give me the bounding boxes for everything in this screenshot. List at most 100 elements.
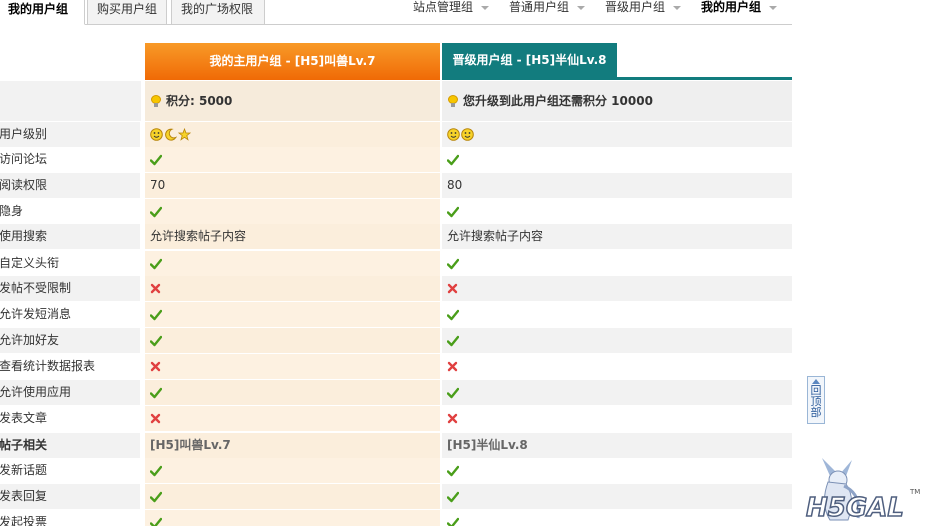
row-label: 帖子相关	[0, 433, 140, 458]
main-group-value: 允许搜索帖子内容	[145, 224, 440, 249]
row-label: 允许加好友	[0, 328, 140, 353]
lightbulb-icon	[151, 95, 161, 107]
tab-buy-groups[interactable]: 购买用户组	[87, 0, 167, 25]
cross-icon	[150, 283, 161, 294]
h5gal-logo: H5GAL TM	[805, 458, 920, 524]
main-group-value	[145, 251, 440, 276]
main-group-value	[145, 147, 440, 172]
check-icon	[150, 465, 162, 476]
main-group-value	[145, 354, 440, 379]
next-group-value	[442, 147, 792, 172]
chevron-down-icon	[481, 5, 490, 10]
next-group-value	[442, 354, 792, 379]
table-row: 阅读权限 70 80	[0, 173, 792, 198]
tab-plaza-rights[interactable]: 我的广场权限	[171, 0, 265, 25]
table-row: 允许发短消息	[0, 302, 792, 327]
table-row: 隐身	[0, 199, 792, 224]
moon-badge-icon	[165, 128, 177, 141]
chevron-down-icon	[769, 5, 778, 10]
main-group-value	[145, 122, 440, 147]
row-label: 允许发短消息	[0, 307, 72, 321]
menu-admin-groups[interactable]: 站点管理组	[413, 0, 490, 18]
next-group-value: 80	[442, 173, 792, 198]
next-group-value	[442, 328, 792, 353]
check-icon	[150, 491, 162, 502]
tab-my-groups[interactable]: 我的用户组	[0, 0, 85, 25]
check-icon	[150, 309, 162, 320]
smiley-badge-icon	[461, 128, 474, 141]
next-group-value	[442, 406, 792, 431]
main-points: 积分: 5000	[145, 81, 440, 121]
smiley-badge-icon	[150, 128, 163, 141]
table-row: 访问论坛	[0, 147, 792, 172]
menu-normal-groups-label: 普通用户组	[509, 0, 570, 14]
table-row: 用户级别	[0, 122, 792, 147]
check-icon	[447, 206, 459, 217]
table-row: 允许加好友	[0, 328, 792, 353]
row-label: 发表文章	[0, 411, 48, 425]
next-group-value	[442, 458, 792, 483]
table-row: 查看统计数据报表	[0, 354, 792, 379]
row-label: 发帖不受限制	[0, 276, 140, 301]
menu-normal-groups[interactable]: 普通用户组	[509, 0, 586, 18]
table-row: 使用搜索 允许搜索帖子内容 允许搜索帖子内容	[0, 224, 792, 249]
next-group-value	[442, 302, 792, 327]
smiley-badge-icon	[447, 128, 460, 141]
table-row: 发帖不受限制	[0, 276, 792, 301]
row-label: 阅读权限	[0, 173, 140, 198]
next-group-value	[442, 122, 792, 147]
row-label: 用户级别	[0, 122, 140, 147]
next-group-header[interactable]: 晋级用户组 - [H5]半仙Lv.8	[442, 43, 617, 78]
star-badge-icon	[178, 128, 191, 141]
lightbulb-icon	[448, 95, 458, 107]
cross-icon	[447, 413, 458, 424]
check-icon	[447, 465, 459, 476]
chevron-down-icon	[673, 5, 682, 10]
check-icon	[447, 258, 459, 269]
main-group-value	[145, 406, 440, 431]
summary-row: 积分: 5000 您升级到此用户组还需积分 10000	[0, 81, 792, 121]
menu-my-groups-label: 我的用户组	[701, 0, 762, 14]
main-group-value	[145, 458, 440, 483]
cross-icon	[150, 361, 161, 372]
table-row: 发表文章	[0, 406, 792, 431]
tab-bar: 我的用户组 购买用户组 我的广场权限 站点管理组 普通用户组 晋级用户组 我的用…	[0, 0, 792, 25]
main-group-value	[145, 484, 440, 509]
next-points: 您升级到此用户组还需积分 10000	[442, 81, 792, 121]
check-icon	[447, 309, 459, 320]
table-row: 允许使用应用	[0, 380, 792, 405]
check-icon	[150, 206, 162, 217]
cross-icon	[447, 283, 458, 294]
check-icon	[150, 335, 162, 346]
check-icon	[150, 517, 162, 526]
main-group-value	[145, 328, 440, 353]
row-label: 发表回复	[0, 484, 140, 509]
back-to-top-label: 回顶部	[810, 384, 822, 419]
next-group-value	[442, 484, 792, 509]
back-to-top-button[interactable]: 回顶部	[807, 376, 825, 424]
main-group-value	[145, 510, 440, 526]
check-icon	[150, 258, 162, 269]
row-label: 发起投票	[0, 515, 48, 526]
menu-my-groups[interactable]: 我的用户组	[701, 0, 778, 18]
menu-promote-groups-label: 晋级用户组	[605, 0, 666, 14]
main-group-value: 70	[145, 173, 440, 198]
main-group-value	[145, 199, 440, 224]
menu-admin-groups-label: 站点管理组	[413, 0, 474, 14]
next-points-text: 您升级到此用户组还需积分 10000	[463, 94, 653, 108]
main-group-value: [H5]叫兽Lv.7	[145, 433, 440, 458]
check-icon	[447, 154, 459, 165]
svg-text:H5GAL: H5GAL	[806, 493, 904, 523]
check-icon	[447, 335, 459, 346]
row-label: 使用搜索	[0, 224, 140, 249]
menu-promote-groups[interactable]: 晋级用户组	[605, 0, 682, 18]
check-icon	[447, 387, 459, 398]
table-row: 发表回复	[0, 484, 792, 509]
next-group-value	[442, 251, 792, 276]
row-label: 隐身	[0, 204, 24, 218]
main-points-text: 积分: 5000	[166, 94, 233, 108]
chevron-down-icon	[577, 5, 586, 10]
next-group-value	[442, 276, 792, 301]
svg-text:TM: TM	[909, 488, 920, 496]
check-icon	[150, 154, 162, 165]
